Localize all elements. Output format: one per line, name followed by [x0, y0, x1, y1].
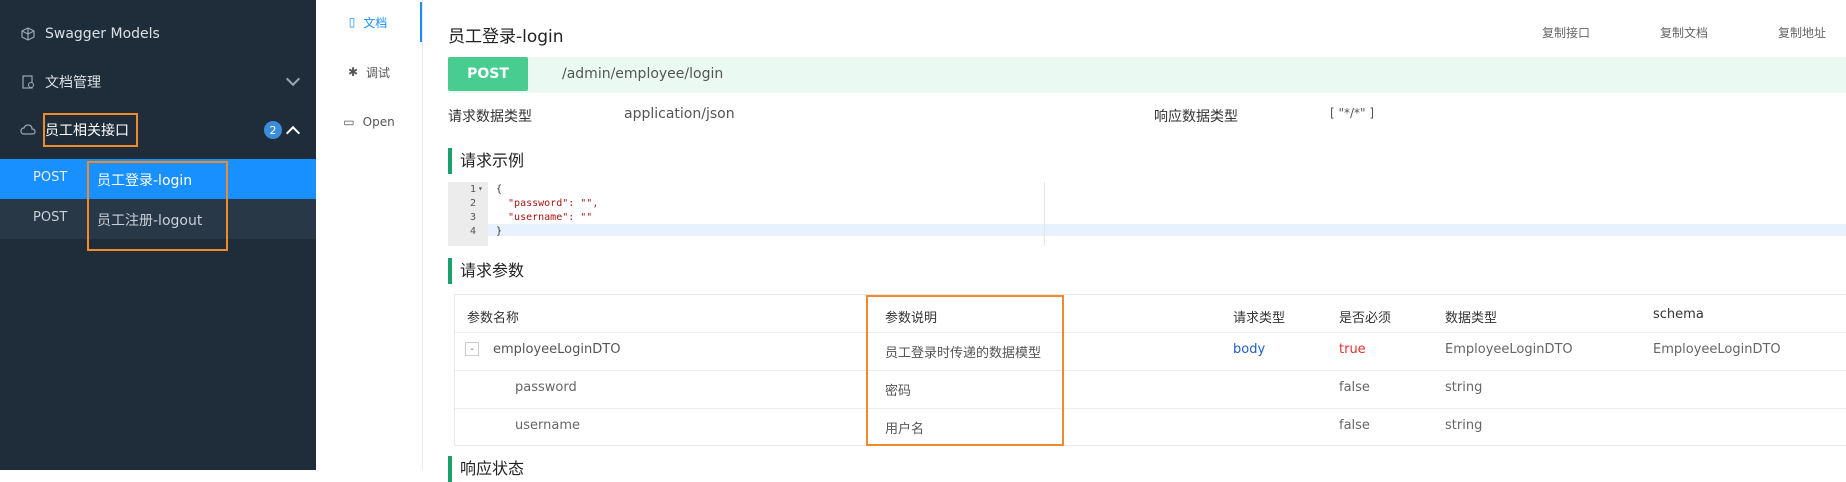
param-name: username [515, 418, 580, 433]
bug-icon: ✱ [347, 65, 359, 79]
line-number: 2 [469, 198, 476, 209]
operation-name: 员工登录-login [97, 173, 193, 189]
param-schema: EmployeeLoginDTO [1653, 342, 1781, 357]
sidebar-item-label: Swagger Models [45, 26, 160, 42]
param-required: false [1339, 380, 1370, 395]
sidebar-item-label: 文档管理 [45, 75, 101, 91]
operation-method: POST [33, 170, 68, 185]
column-header: 请求类型 [1233, 311, 1286, 326]
sidebar-operation-logout[interactable]: POST 员工注册-logout [0, 199, 316, 239]
copy-doc-link[interactable]: 复制文档 [1660, 24, 1708, 41]
param-desc: 密码 [885, 384, 912, 399]
copy-url-link[interactable]: 复制地址 [1778, 24, 1826, 41]
response-type-value: [ "*/*" ] [1330, 106, 1375, 120]
sidebar-operation-login[interactable]: POST 员工登录-login [0, 159, 316, 199]
response-type-label: 响应数据类型 [1154, 109, 1238, 125]
line-number: 4 [469, 226, 476, 237]
document-icon: ▯ [348, 15, 356, 29]
file-icon: ▭ [343, 115, 355, 129]
operation-name: 员工注册-logout [97, 213, 203, 229]
section-request-params: 请求参数 [448, 258, 524, 284]
param-required: false [1339, 418, 1370, 433]
param-desc: 用户名 [885, 422, 925, 437]
code-line: { [496, 184, 503, 195]
page-title: 员工登录-login [448, 27, 564, 47]
endpoint-path: /admin/employee/login [562, 66, 724, 82]
count-badge: 2 [264, 121, 282, 139]
column-header: 参数名称 [467, 311, 520, 326]
param-type: string [1445, 418, 1483, 433]
code-line: "password": "", [496, 198, 599, 209]
request-type-value: application/json [624, 106, 735, 122]
sidebar: Swagger Models 文档管理 员工相关接口 2 POST 员工登录-l… [0, 0, 316, 470]
params-table: 参数名称 参数说明 请求类型 是否必须 数据类型 schema - employ… [454, 294, 1846, 446]
param-required: true [1339, 342, 1366, 357]
column-header: schema [1653, 307, 1704, 322]
section-response-status: 响应状态 [448, 456, 524, 482]
param-type: string [1445, 380, 1483, 395]
tab-label: 文档 [363, 15, 388, 30]
method-badge: POST [448, 57, 528, 91]
param-type: EmployeeLoginDTO [1445, 342, 1573, 357]
chevron-up-icon [285, 125, 301, 141]
doc-tabs: ▯ 文档 ✱ 调试 ▭ Open [316, 0, 423, 470]
param-in: body [1233, 342, 1266, 357]
sidebar-item-docs[interactable]: 文档管理 [0, 58, 316, 106]
request-type-label: 请求数据类型 [448, 109, 532, 125]
tab-label: 调试 [366, 65, 391, 80]
chevron-down-icon [285, 71, 301, 87]
cloud-icon [20, 122, 36, 138]
divider [455, 332, 1846, 333]
section-request-example: 请求示例 [448, 148, 524, 174]
param-name: employeeLoginDTO [493, 342, 621, 357]
sidebar-group-employee[interactable]: 员工相关接口 2 [0, 106, 316, 154]
tab-debug[interactable]: ✱ 调试 [316, 52, 422, 92]
sidebar-group-label: 员工相关接口 [45, 123, 129, 139]
divider [455, 370, 1846, 371]
current-line [488, 224, 1846, 236]
line-number: 1 [469, 184, 476, 195]
code-line: } [496, 226, 503, 237]
code-editor[interactable]: 1 2 3 4 ▾ { "password": "", "username": … [448, 182, 1846, 246]
column-header: 参数说明 [885, 311, 938, 326]
document-icon [20, 74, 36, 90]
tab-docs[interactable]: ▯ 文档 [316, 2, 422, 42]
column-header: 数据类型 [1445, 311, 1498, 326]
tab-open[interactable]: ▭ Open [316, 102, 422, 142]
param-name: password [515, 380, 577, 395]
code-line: "username": "" [496, 212, 593, 223]
param-desc: 员工登录时传递的数据模型 [885, 346, 1042, 361]
sidebar-item-swagger-models[interactable]: Swagger Models [0, 10, 316, 58]
main-content: 员工登录-login 复制接口 复制文档 复制地址 POST /admin/em… [422, 0, 1846, 482]
copy-api-link[interactable]: 复制接口 [1542, 24, 1590, 41]
line-number: 3 [469, 212, 476, 223]
divider [455, 408, 1846, 409]
fold-icon[interactable]: ▾ [478, 184, 483, 193]
collapse-toggle[interactable]: - [465, 342, 479, 356]
print-margin [1044, 182, 1045, 246]
cube-icon [20, 26, 36, 42]
tab-label: Open [362, 115, 395, 129]
operation-method: POST [33, 210, 68, 225]
column-header: 是否必须 [1339, 311, 1392, 326]
